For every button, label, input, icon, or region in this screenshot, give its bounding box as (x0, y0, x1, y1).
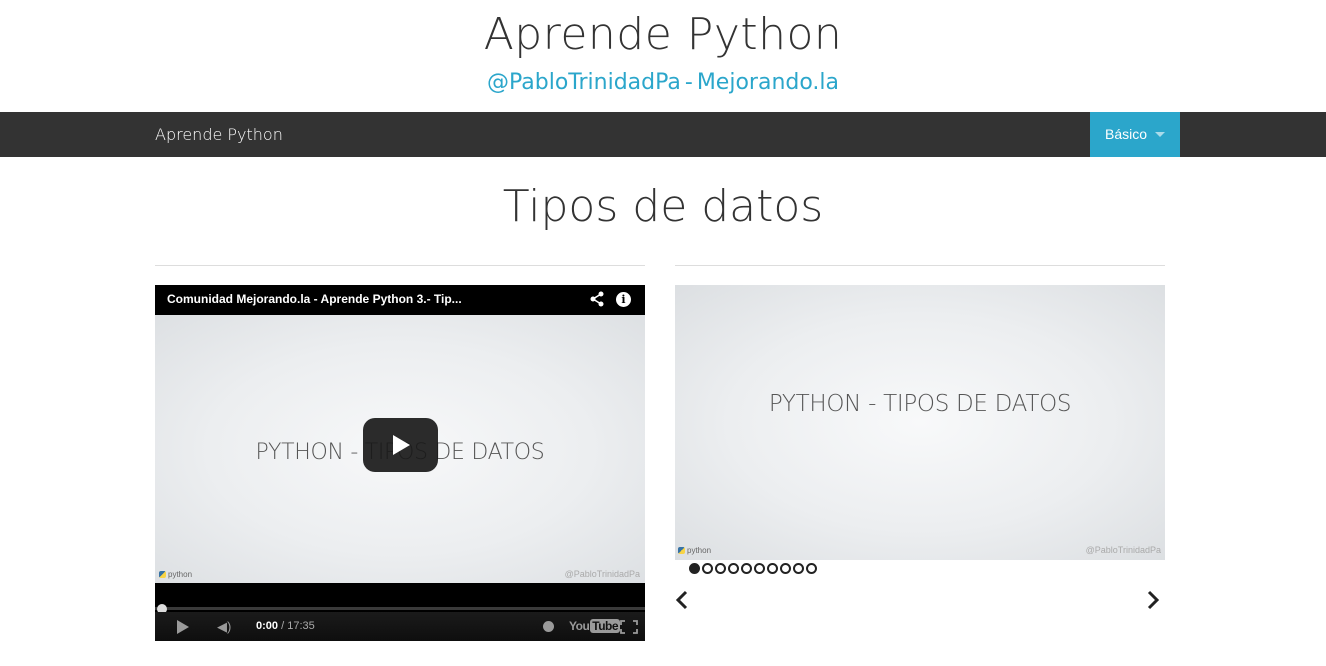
python-logo: python (159, 570, 192, 579)
play-icon[interactable] (363, 418, 438, 472)
video-time: 0:00 / 17:35 (256, 620, 315, 632)
page-heading: Tipos de datos (502, 181, 824, 232)
deck-python-snake-icon (678, 547, 685, 554)
duration: / 17:35 (281, 620, 315, 632)
basico-dropdown-label: Básico (1105, 126, 1148, 142)
next-arrow-icon[interactable] (1143, 589, 1163, 611)
share-icon[interactable] (589, 291, 605, 307)
site-title: Aprende Python (483, 9, 843, 60)
slide-dot-6[interactable] (754, 563, 765, 574)
info-icon[interactable]: i (616, 292, 631, 307)
top-navbar: Aprende Python Básico (0, 112, 1326, 157)
slide-dot-8[interactable] (780, 563, 791, 574)
slide-dot-9[interactable] (793, 563, 804, 574)
fullscreen-icon[interactable] (620, 620, 638, 634)
navbar-brand-link[interactable]: Aprende Python (155, 112, 283, 157)
deck-python-logo-text: python (687, 546, 712, 555)
deck-slide-text: PYTHON - TIPOS DE DATOS (768, 391, 1072, 417)
subtitle-separator: - (684, 70, 693, 95)
volume-icon[interactable]: ◀) (217, 620, 231, 634)
slide-dot-4[interactable] (728, 563, 739, 574)
site-header: Aprende Python @PabloTrinidadPa - Mejorand… (0, 0, 1326, 112)
current-time: 0:00 (256, 620, 279, 632)
slide-deck[interactable]: PYTHON - TIPOS DE DATOS python @PabloTri… (675, 285, 1165, 560)
slide-dot-2[interactable] (702, 563, 713, 574)
caret-down-icon (1155, 132, 1165, 137)
youtube-logo-tube: Tube (590, 619, 621, 633)
deck-handle: @PabloTrinidadPa (1085, 545, 1161, 555)
slide-pagination (689, 561, 819, 575)
youtube-video-player[interactable]: PYTHON - TIPOS DE DATOS python @PabloTri… (155, 285, 645, 641)
video-title-link[interactable]: Comunidad Mejorando.la - Aprende Python … (167, 292, 462, 306)
slide-dot-1[interactable] (689, 563, 700, 574)
slide-dot-10[interactable] (806, 563, 817, 574)
video-progress-bar[interactable] (155, 607, 645, 610)
prev-arrow-icon[interactable] (672, 589, 692, 611)
youtube-logo-you: You (569, 619, 590, 633)
slide-dot-3[interactable] (715, 563, 726, 574)
site-subtitle: @PabloTrinidadPa - Mejorando.la (0, 68, 1326, 98)
control-play-icon[interactable] (177, 620, 189, 634)
python-snake-icon (159, 571, 166, 578)
slide-dot-7[interactable] (767, 563, 778, 574)
video-controls-bar: ◀) 0:00 / 17:35 You Tube (155, 612, 645, 641)
basico-dropdown[interactable]: Básico (1090, 112, 1180, 157)
twitter-link[interactable]: @PabloTrinidadPa (487, 70, 681, 95)
left-divider (155, 265, 645, 266)
mejorando-link[interactable]: Mejorando.la (697, 70, 839, 95)
clock-icon[interactable] (543, 621, 554, 632)
deck-python-logo: python (678, 546, 711, 555)
python-logo-text: python (168, 570, 193, 579)
video-handle: @PabloTrinidadPa (564, 569, 640, 579)
slide-dot-5[interactable] (741, 563, 752, 574)
right-divider (675, 265, 1165, 266)
youtube-logo[interactable]: You Tube (569, 619, 621, 633)
